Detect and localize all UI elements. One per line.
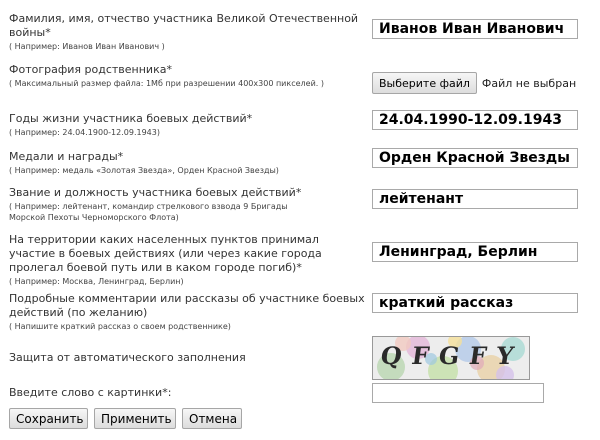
file-status: Файл не выбран <box>481 76 577 90</box>
captcha-answer-input[interactable] <box>372 383 544 403</box>
required-mark: * <box>246 112 253 125</box>
field-rank-hint: ( Например: лейтенант, командир стрелков… <box>9 202 288 222</box>
field-places-hint: ( Например: Москва, Ленинград, Берлин) <box>9 277 184 286</box>
rank-input[interactable]: лейтенант <box>372 189 578 209</box>
apply-button[interactable]: Применить <box>94 408 176 429</box>
captcha-row: Защита от автоматического заполнения <box>9 351 365 365</box>
cancel-button[interactable]: Отмена <box>182 408 242 429</box>
field-name-hint: ( Например: Иванов Иван Иванович ) <box>9 42 165 51</box>
captcha-image: QFGFY <box>372 336 530 380</box>
field-years-row: Годы жизни участника боевых действий* ( … <box>9 112 365 138</box>
name-input[interactable]: Иванов Иван Иванович <box>372 19 578 39</box>
field-medals-row: Медали и награды* ( Например: медаль «Зо… <box>9 150 365 176</box>
places-input[interactable]: Ленинград, Берлин <box>372 242 578 262</box>
required-mark: * <box>295 186 302 199</box>
field-rank-label: Звание и должность участника боевых дейс… <box>9 186 302 199</box>
captcha-text: QFGFY <box>378 341 526 370</box>
field-years-hint: ( Например: 24.04.1900-12.09.1943) <box>9 128 160 137</box>
field-medals-hint: ( Например: медаль «Золотая Звезда», Орд… <box>9 166 279 175</box>
field-photo-hint: ( Максимальный размер файла: 1Мб при раз… <box>9 79 324 88</box>
field-name-row: Фамилия, имя, отчество участника Великой… <box>9 12 365 52</box>
required-mark: * <box>117 150 124 163</box>
field-comments-label: Подробные комментарии или рассказы об уч… <box>9 292 365 319</box>
years-input[interactable]: 24.04.1990-12.09.1943 <box>372 110 578 130</box>
required-mark: * <box>296 261 302 274</box>
field-name-label: Фамилия, имя, отчество участника Великой… <box>9 12 359 39</box>
comments-input[interactable]: краткий рассказ <box>372 293 578 313</box>
captcha-answer-row: Введите слово с картинки*: <box>9 386 365 400</box>
save-button[interactable]: Сохранить <box>9 408 88 429</box>
required-mark: * <box>166 63 172 76</box>
field-comments-hint: ( Напишите краткий рассказ о своем родст… <box>9 322 231 331</box>
field-places-row: На территории каких населенных пунктов п… <box>9 233 365 287</box>
field-photo-label: Фотография родственника* <box>9 63 172 76</box>
field-medals-label: Медали и награды* <box>9 150 124 163</box>
field-comments-row: Подробные комментарии или рассказы об уч… <box>9 292 365 332</box>
required-mark: *: <box>162 386 172 399</box>
medals-input[interactable]: Орден Красной Звезды <box>372 148 578 168</box>
field-photo-row: Фотография родственника* ( Максимальный … <box>9 63 365 89</box>
field-rank-row: Звание и должность участника боевых дейс… <box>9 186 365 223</box>
field-places-label: На территории каких населенных пунктов п… <box>9 233 322 274</box>
choose-file-button[interactable]: Выберите файл <box>372 72 477 94</box>
captcha-answer-label: Введите слово с картинки*: <box>9 386 172 399</box>
field-years-label: Годы жизни участника боевых действий* <box>9 112 253 125</box>
photo-file-picker: Выберите файл Файл не выбран <box>372 72 576 94</box>
captcha-label: Защита от автоматического заполнения <box>9 351 246 364</box>
required-mark: * <box>45 26 51 39</box>
